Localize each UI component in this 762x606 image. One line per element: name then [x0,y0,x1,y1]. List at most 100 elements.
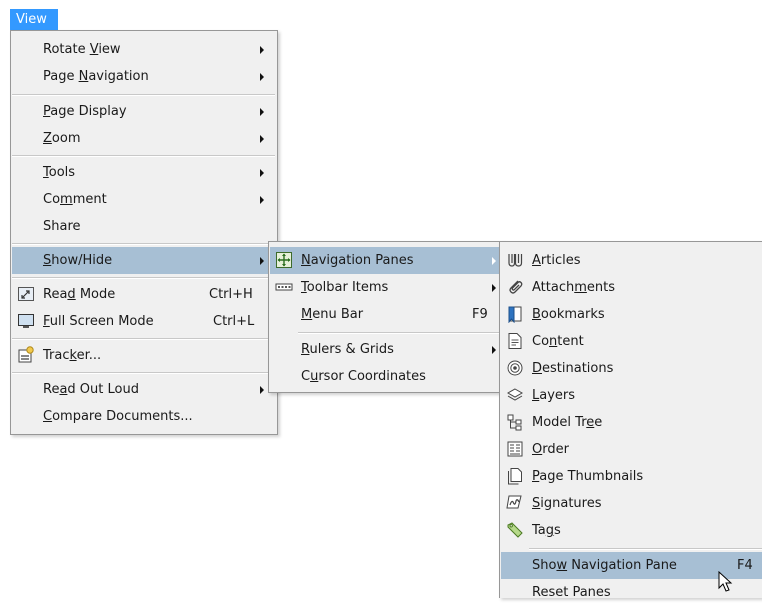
menu-item-label: Model Tree [532,415,603,430]
menu-item-label: Share [43,219,81,234]
menu-item-layers[interactable]: Layers [501,382,761,409]
menu-item-destinations[interactable]: Destinations [501,355,761,382]
submenu-arrow-icon [260,169,264,177]
menu-item-label: Zoom [43,131,81,146]
menu-separator [12,94,275,96]
menu-item-label: Rulers & Grids [301,342,394,357]
menu-item-label: Tools [43,165,76,180]
menu-item-rulers-grids[interactable]: Rulers & Grids [270,336,503,363]
read-mode-icon [17,285,35,303]
menu-item-signatures[interactable]: Signatures [501,490,761,517]
menu-item-label: Page Navigation [43,69,149,84]
menu-item-label: Show Navigation Pane [532,558,677,573]
menu-item-label: Attachments [532,280,615,295]
menu-item-label: Page Thumbnails [532,469,644,484]
menu-separator [12,277,275,279]
menu-item-model-tree[interactable]: Model Tree [501,409,761,436]
menu-item-attachments[interactable]: Attachments [501,274,761,301]
menu-item-tracker[interactable]: Tracker... [12,342,276,369]
submenu-arrow-icon [260,46,264,54]
signatures-icon [506,494,524,512]
menu-item-label: Tracker... [43,348,102,363]
menu-separator [12,155,275,157]
menu-item-label: Comment [43,192,107,207]
menu-item-page-display[interactable]: Page Display [12,98,276,125]
menu-item-label: Read Out Loud [43,382,139,397]
order-icon [506,440,524,458]
submenu-arrow-icon [260,257,264,265]
menu-item-read-mode[interactable]: Read Mode Ctrl+H [12,281,276,308]
menu-item-label: Bookmarks [532,307,605,322]
toolbar-items-icon [275,278,293,296]
show-hide-submenu: Navigation Panes Toolbar Items Menu Bar … [268,241,505,393]
menu-item-label: Show/Hide [43,253,113,268]
shortcut-menu-bar: F9 [472,307,488,322]
submenu-arrow-icon [260,386,264,394]
menu-item-label: Articles [532,253,581,268]
menu-separator [12,243,275,245]
submenu-arrow-icon [260,73,264,81]
menu-item-label: Read Mode [43,287,116,302]
menu-separator [529,548,762,550]
paperclip-icon [506,278,524,296]
page-thumbnails-icon [506,467,524,485]
menu-item-show-hide[interactable]: Show/Hide [12,247,276,274]
menu-item-read-out-loud[interactable]: Read Out Loud [12,376,276,403]
menu-item-label: Rotate View [43,42,121,57]
submenu-arrow-icon [260,135,264,143]
articles-icon [506,251,524,269]
menu-item-menu-bar[interactable]: Menu Bar F9 [270,301,503,328]
menu-item-label: Navigation Panes [301,253,414,268]
menu-separator [298,332,502,334]
shortcut-full-screen: Ctrl+L [213,314,255,329]
submenu-arrow-icon [492,284,496,292]
menu-item-content[interactable]: Content [501,328,761,355]
navigation-panes-submenu: Articles Attachments Bookmarks Content D… [499,241,762,600]
menu-item-label: Page Display [43,104,127,119]
menu-item-cursor-coordinates[interactable]: Cursor Coordinates [270,363,503,390]
mouse-cursor-icon [718,570,734,593]
menu-item-full-screen-mode[interactable]: Full Screen Mode Ctrl+L [12,308,276,335]
menu-item-zoom[interactable]: Zoom [12,125,276,152]
menu-item-comment[interactable]: Comment [12,186,276,213]
tag-icon [506,521,524,539]
tracker-icon [17,346,35,364]
model-tree-icon [506,413,524,431]
menu-item-tools[interactable]: Tools [12,159,276,186]
menu-item-label: Toolbar Items [301,280,389,295]
menu-item-tags[interactable]: Tags [501,517,761,544]
content-icon [506,332,524,350]
menu-item-label: Order [532,442,569,457]
menu-item-label: Compare Documents... [43,409,193,424]
menu-item-rotate-view[interactable]: Rotate View [12,36,276,63]
menu-item-compare-documents[interactable]: Compare Documents... [12,403,276,430]
menu-item-share[interactable]: Share [12,213,276,240]
menu-item-page-thumbnails[interactable]: Page Thumbnails [501,463,761,490]
menu-item-label: Cursor Coordinates [301,369,426,384]
view-menu: Rotate View Page Navigation Page Display… [10,30,278,435]
menu-item-navigation-panes[interactable]: Navigation Panes [270,247,503,274]
full-screen-icon [17,312,35,330]
shortcut-read-mode: Ctrl+H [209,287,253,302]
submenu-arrow-icon [260,196,264,204]
menu-item-label: Reset Panes [532,585,611,600]
menu-item-label: Layers [532,388,576,403]
submenu-arrow-icon [492,346,496,354]
menu-item-label: Content [532,334,584,349]
destinations-icon [506,359,524,377]
shortcut-show-navigation-pane: F4 [737,558,753,573]
submenu-arrow-icon [492,257,496,265]
view-menu-title[interactable]: View [10,9,58,30]
menu-item-articles[interactable]: Articles [501,247,761,274]
menu-item-order[interactable]: Order [501,436,761,463]
bookmark-icon [506,305,524,323]
menu-item-bookmarks[interactable]: Bookmarks [501,301,761,328]
navigation-panes-icon [275,251,293,269]
menu-item-toolbar-items[interactable]: Toolbar Items [270,274,503,301]
menu-separator [12,372,275,374]
menu-item-page-navigation[interactable]: Page Navigation [12,63,276,90]
menu-item-label: Full Screen Mode [43,314,154,329]
layers-icon [506,386,524,404]
menu-item-label: Destinations [532,361,614,376]
menu-item-label: Tags [532,523,561,538]
